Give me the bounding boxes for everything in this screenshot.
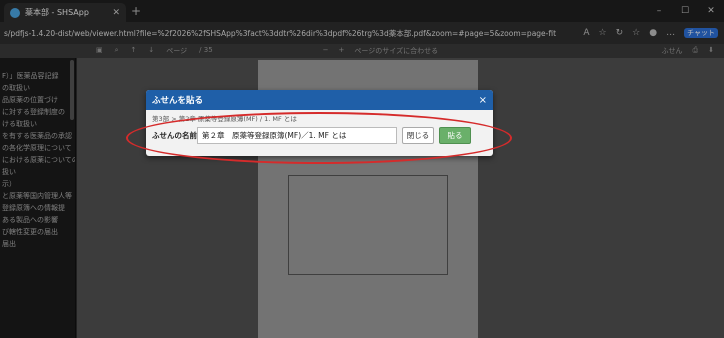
dialog-header: ふせんを貼る × <box>146 90 493 110</box>
close-icon[interactable]: × <box>479 95 487 106</box>
red-highlight-ellipse <box>126 112 512 164</box>
dialog-title: ふせんを貼る <box>152 96 204 106</box>
modal-overlay <box>0 0 724 338</box>
